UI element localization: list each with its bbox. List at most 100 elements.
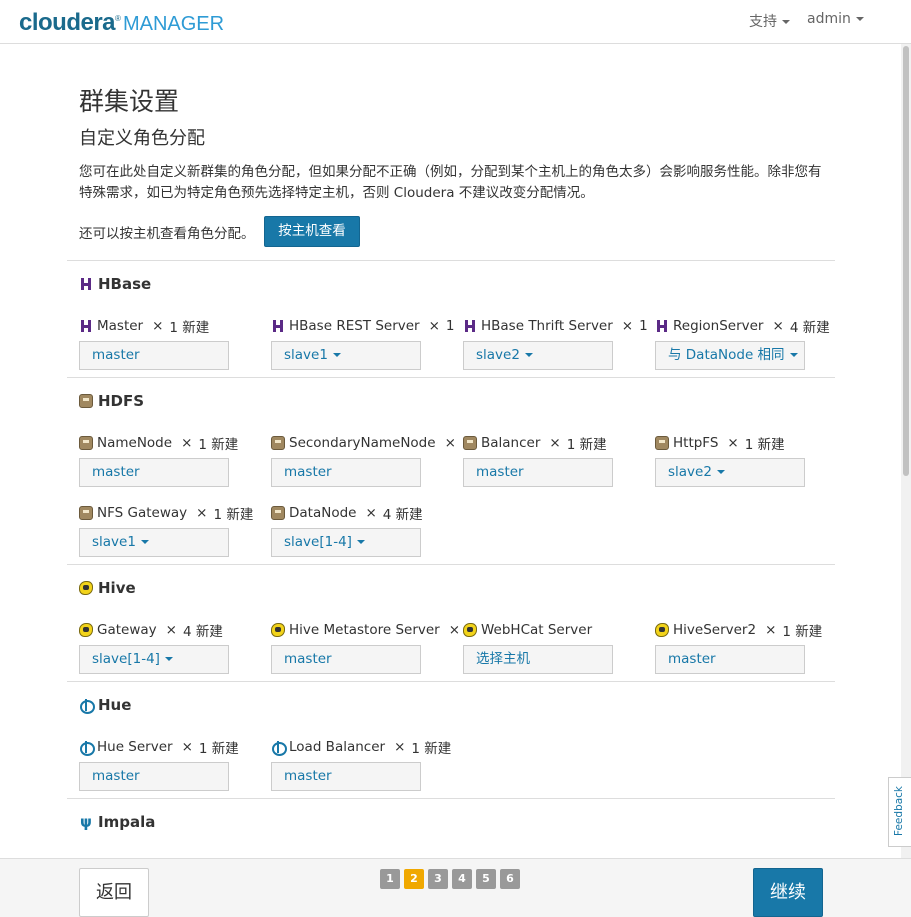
service-title: Hive bbox=[79, 579, 136, 597]
wizard-steps: 123456 bbox=[380, 869, 520, 889]
host-value: master bbox=[476, 464, 524, 480]
wizard-step-5[interactable]: 5 bbox=[476, 869, 496, 889]
service-section-hue: Hue Hue Server × 1 新建 master Load Balancer × 1 … bbox=[67, 681, 835, 798]
chevron-down-icon bbox=[716, 470, 725, 474]
wizard-step-1[interactable]: 1 bbox=[380, 869, 400, 889]
role-label: Balancer × 1 新建 bbox=[463, 434, 653, 453]
host-selector[interactable]: 与 DataNode 相同 bbox=[655, 341, 805, 370]
chevron-down-icon bbox=[782, 20, 790, 24]
host-selector[interactable]: master bbox=[271, 762, 421, 791]
host-selector[interactable]: master bbox=[271, 645, 421, 674]
role-label: HBase REST Server × 1 bbox=[271, 317, 461, 335]
role-label: WebHCat Server bbox=[463, 621, 653, 639]
role-label: Hive Metastore Server × bbox=[271, 621, 461, 639]
host-view-text: 还可以按主机查看角色分配。 bbox=[79, 226, 255, 242]
multiply-sign: × bbox=[196, 505, 208, 521]
hbase-icon bbox=[463, 319, 477, 333]
multiply-sign: × bbox=[428, 318, 440, 334]
feedback-tab[interactable]: Feedback bbox=[888, 777, 911, 847]
multiply-sign: × bbox=[621, 318, 634, 334]
hdfs-icon bbox=[463, 436, 477, 450]
host-selector[interactable]: slave1 bbox=[79, 528, 229, 557]
role-instance-count: 4 新建 bbox=[382, 507, 423, 523]
multiply-sign: × bbox=[181, 435, 193, 451]
host-selector[interactable]: slave2 bbox=[655, 458, 805, 487]
host-value: master bbox=[92, 347, 140, 363]
role-name: Gateway bbox=[97, 622, 157, 638]
role-balancer: Balancer × 1 新建 master bbox=[463, 434, 653, 487]
role-hive-metastore-server: Hive Metastore Server × master bbox=[271, 621, 461, 674]
service-title: HDFS bbox=[79, 392, 144, 410]
hdfs-icon bbox=[271, 436, 285, 450]
role-name: Load Balancer bbox=[289, 739, 386, 755]
role-instance-count: 1 新建 bbox=[411, 741, 452, 757]
multiply-sign: × bbox=[394, 739, 406, 755]
continue-button[interactable]: 继续 bbox=[753, 868, 823, 917]
host-selector[interactable]: slave1 bbox=[271, 341, 421, 370]
host-selector[interactable]: master bbox=[463, 458, 613, 487]
role-hbase-rest-server: HBase REST Server × 1 slave1 bbox=[271, 317, 461, 370]
host-value: slave[1-4] bbox=[92, 651, 160, 667]
role-name: DataNode bbox=[289, 505, 357, 521]
wizard-step-2[interactable]: 2 bbox=[404, 869, 424, 889]
role-name: HBase REST Server bbox=[289, 318, 420, 334]
service-title: ψ Impala bbox=[79, 813, 155, 831]
hdfs-icon bbox=[79, 506, 93, 520]
host-value: master bbox=[284, 651, 332, 667]
role-instance-count: 4 新建 bbox=[182, 624, 223, 640]
multiply-sign: × bbox=[152, 318, 164, 334]
role-label: HttpFS × 1 新建 bbox=[655, 434, 845, 453]
host-selector[interactable]: master bbox=[79, 341, 229, 370]
wizard-step-6[interactable]: 6 bbox=[500, 869, 520, 889]
host-selector[interactable]: master bbox=[79, 458, 229, 487]
back-button[interactable]: 返回 bbox=[79, 868, 149, 917]
scrollbar-thumb[interactable] bbox=[903, 46, 909, 476]
role-instance-count: 4 新建 bbox=[789, 320, 830, 336]
role-hbase-thrift-server: HBase Thrift Server × 1 slave2 bbox=[463, 317, 653, 370]
host-selector[interactable]: slave[1-4] bbox=[271, 528, 421, 557]
view-by-host-button[interactable]: 按主机查看 bbox=[264, 216, 360, 247]
role-label: Master × 1 新建 bbox=[79, 317, 269, 336]
hdfs-icon bbox=[79, 394, 93, 408]
cloudera-manager-logo[interactable]: cloudera® MANAGER bbox=[19, 5, 224, 38]
multiply-sign: × bbox=[365, 505, 377, 521]
host-value: master bbox=[284, 464, 332, 480]
host-selector[interactable]: master bbox=[271, 458, 421, 487]
chevron-down-icon bbox=[789, 353, 798, 357]
role-label: Gateway × 4 新建 bbox=[79, 621, 269, 640]
host-value: slave1 bbox=[284, 347, 328, 363]
wizard-footer: 返回 123456 继续 bbox=[0, 858, 911, 917]
host-selector[interactable]: slave[1-4] bbox=[79, 645, 229, 674]
hive-icon bbox=[79, 623, 93, 637]
role-instance-count: 1 新建 bbox=[169, 320, 210, 336]
host-selector[interactable]: slave2 bbox=[463, 341, 613, 370]
role-instance-count: 1 新建 bbox=[213, 507, 254, 523]
hbase-icon bbox=[79, 319, 93, 333]
service-name: HDFS bbox=[98, 392, 145, 410]
role-datanode: DataNode × 4 新建 slave[1-4] bbox=[271, 504, 461, 557]
hive-icon bbox=[655, 623, 669, 637]
host-value: slave[1-4] bbox=[284, 534, 352, 550]
feedback-label: Feedback bbox=[893, 786, 905, 837]
user-menu[interactable]: admin bbox=[807, 11, 864, 27]
support-menu[interactable]: 支持 bbox=[749, 11, 790, 31]
role-label: Hue Server × 1 新建 bbox=[79, 738, 269, 757]
page-scrollbar[interactable] bbox=[901, 44, 911, 858]
wizard-step-4[interactable]: 4 bbox=[452, 869, 472, 889]
role-label: NameNode × 1 新建 bbox=[79, 434, 269, 453]
user-menu-label: admin bbox=[807, 11, 851, 27]
host-selector[interactable]: master bbox=[79, 762, 229, 791]
role-label: HiveServer2 × 1 新建 bbox=[655, 621, 845, 640]
role-hiveserver2: HiveServer2 × 1 新建 master bbox=[655, 621, 845, 674]
role-name: NFS Gateway bbox=[97, 505, 188, 521]
host-selector[interactable]: 选择主机 bbox=[463, 645, 613, 674]
host-selector[interactable]: master bbox=[655, 645, 805, 674]
chevron-down-icon bbox=[140, 540, 149, 544]
multiply-sign: × bbox=[448, 622, 461, 638]
host-value: master bbox=[284, 768, 332, 784]
role-instance-count: 1 新建 bbox=[782, 624, 823, 640]
role-instance-count: 1 bbox=[639, 318, 648, 334]
role-secondarynamenode: SecondaryNameNode × master bbox=[271, 434, 461, 487]
wizard-step-3[interactable]: 3 bbox=[428, 869, 448, 889]
role-label: DataNode × 4 新建 bbox=[271, 504, 461, 523]
